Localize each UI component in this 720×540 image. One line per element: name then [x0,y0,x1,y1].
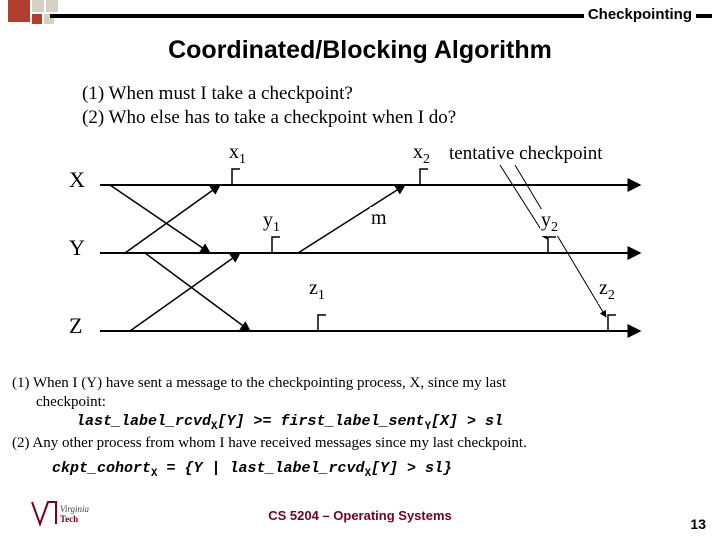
explanation-block: (1) When I (Y) have sent a message to th… [12,374,708,481]
m-label: m [370,207,388,230]
timeline-diagram: X Y Z x1 x2 tentative checkpoint y1 m y2… [70,145,650,360]
x1-label: x1 [228,141,247,168]
tentative-label: tentative checkpoint [448,143,604,165]
process-Z-label: Z [68,313,83,339]
diagram-svg [70,145,650,360]
y1-label: y1 [262,209,281,236]
explain-1: (1) When I (Y) have sent a message to th… [12,374,708,412]
x2-label: x2 [412,141,431,168]
question-1: (1) When must I take a checkpoint? [82,82,456,106]
process-Y-label: Y [68,235,86,261]
slide-header: Checkpointing [0,0,720,28]
lead-questions: (1) When must I take a checkpoint? (2) W… [82,82,456,130]
header-topic: Checkpointing [584,6,696,23]
footer-course: CS 5204 – Operating Systems [0,508,720,523]
z1-label: z1 [308,277,326,304]
explain-2: (2) Any other process from whom I have r… [12,434,708,453]
condition-1: last_label_rcvdX[Y] >= first_label_sentY… [12,412,708,434]
slide-title: Coordinated/Blocking Algorithm [0,36,720,65]
slide-footer: Virginia Tech CS 5204 – Operating System… [0,508,720,532]
z2-label: z2 [598,277,616,304]
cohort-formula: ckpt_cohortX = {Y | last_label_rcvdX[Y] … [12,459,708,481]
question-2: (2) Who else has to take a checkpoint wh… [82,106,456,130]
process-X-label: X [68,167,86,193]
page-number: 13 [690,516,706,532]
y2-label: y2 [540,209,559,236]
